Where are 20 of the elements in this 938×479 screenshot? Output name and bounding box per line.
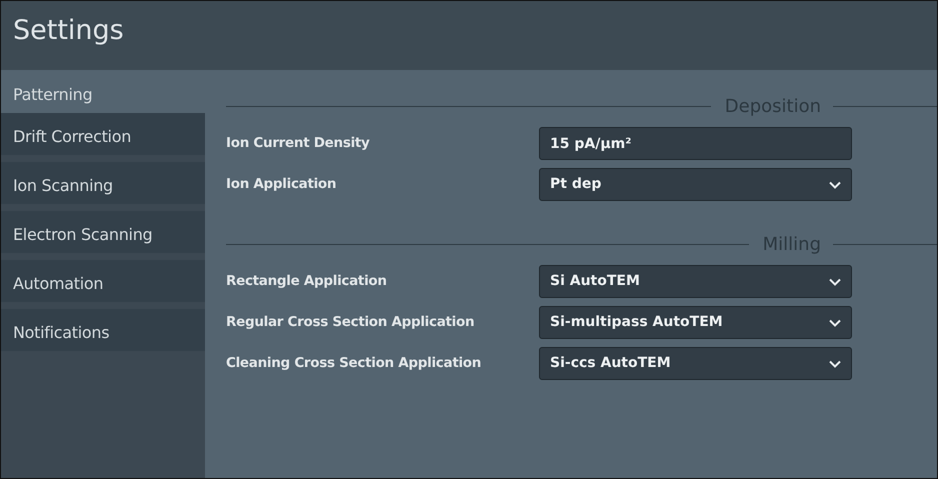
dropdown[interactable]: Si-multipass AutoTEM	[539, 306, 852, 339]
field-label: Cleaning Cross Section Application	[226, 354, 482, 374]
field-label: Regular Cross Section Application	[226, 313, 476, 332]
chevron-down-icon	[829, 278, 841, 286]
sidebar-item[interactable]: Drift Correction	[1, 113, 205, 155]
sidebar-item[interactable]: Automation	[1, 260, 205, 302]
chevron-down-icon	[829, 318, 841, 326]
chevron-down-icon	[829, 180, 841, 188]
window-title: Settings	[1, 1, 937, 70]
input-field[interactable]: 15 pA/µm²	[539, 127, 852, 160]
dropdown[interactable]: Pt dep	[539, 168, 852, 201]
field-label: Ion Application	[226, 175, 338, 194]
dropdown[interactable]: Si AutoTEM	[539, 265, 852, 298]
chevron-down-icon	[829, 360, 841, 368]
sidebar-item[interactable]: Ion Scanning	[1, 162, 205, 204]
sidebar-item[interactable]: Electron Scanning	[1, 211, 205, 253]
dropdown[interactable]: Si-ccs AutoTEM	[539, 347, 852, 380]
sidebar-item[interactable]: Notifications	[1, 309, 205, 351]
field-label: Rectangle Application	[226, 272, 388, 292]
field-label: Ion Current Density	[226, 134, 371, 154]
